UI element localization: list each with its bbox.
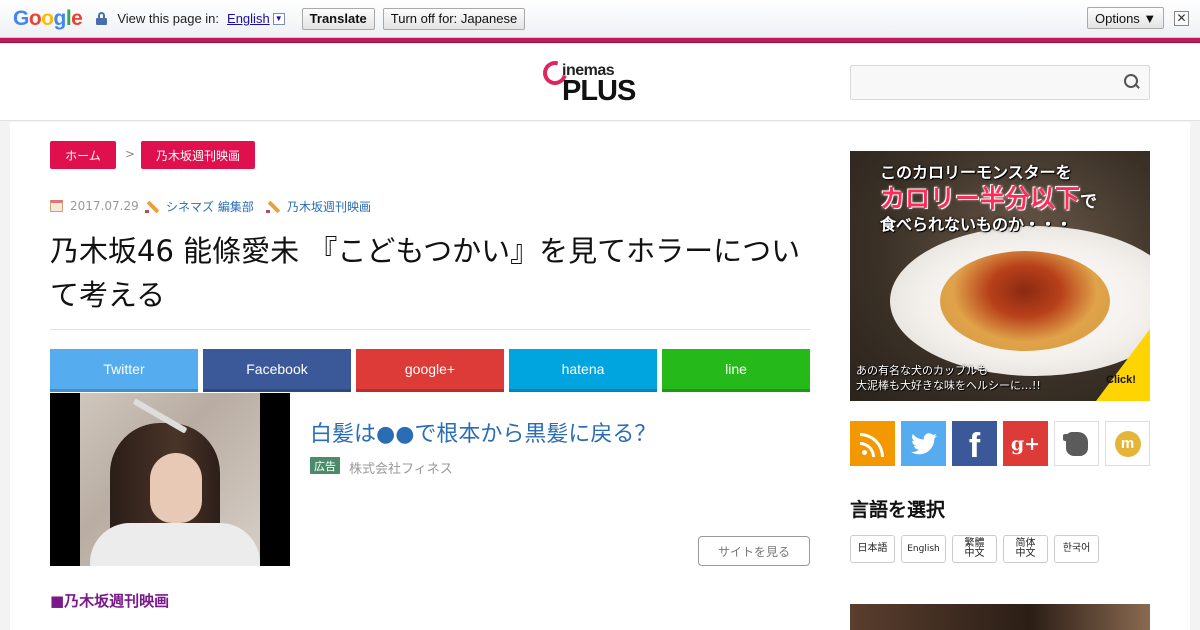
rss-button[interactable]	[850, 421, 895, 466]
banner-click-text[interactable]: Click!	[1106, 374, 1136, 386]
post-date-text: 2017.07.29	[70, 199, 139, 213]
ad-image[interactable]	[50, 393, 290, 566]
breadcrumb-home[interactable]: ホーム	[50, 141, 116, 169]
post-author-text[interactable]: シネマズ 編集部	[166, 198, 254, 215]
banner-line3: 食べられないものか・・・	[880, 215, 1073, 234]
lock-icon	[96, 12, 108, 25]
lang-simplified-chinese-button[interactable]: 简体中文	[1003, 535, 1048, 563]
site-logo[interactable]: inemas PLUS	[538, 56, 643, 109]
search-icon[interactable]	[1124, 74, 1140, 90]
sidebar-banner-ad[interactable]: このカロリーモンスターを カロリー半分以下で 食べられないものか・・・ あの有名…	[850, 151, 1150, 401]
article-title: 乃木坂46 能條愛未 『こどもつかい』を見てホラーについて考える	[50, 234, 801, 312]
post-tag[interactable]: 乃木坂週刊映画	[266, 198, 371, 214]
share-facebook-button[interactable]: Facebook	[203, 349, 351, 392]
breadcrumb-category[interactable]: 乃木坂週刊映画	[141, 141, 255, 169]
translate-bar: Google View this page in: English ▼ Tran…	[0, 0, 1200, 38]
search-input[interactable]	[850, 65, 1150, 100]
twitter-icon	[910, 432, 937, 454]
share-twitter-button[interactable]: Twitter	[50, 349, 198, 392]
share-hatena-button[interactable]: hatena	[509, 349, 657, 392]
language-dropdown-icon[interactable]: ▼	[272, 12, 285, 25]
breadcrumb-separator: >	[125, 147, 136, 161]
accent-stripe	[0, 38, 1200, 43]
share-line-button[interactable]: line	[662, 349, 810, 392]
ad-view-site-button[interactable]: サイトを見る	[698, 536, 810, 566]
banner-line2: カロリー半分以下で	[880, 184, 1098, 213]
mixi-icon: m	[1114, 430, 1141, 457]
post-tag-text[interactable]: 乃木坂週刊映画	[287, 198, 371, 215]
twitter-follow-button[interactable]	[901, 421, 946, 466]
share-googleplus-button[interactable]: google+	[356, 349, 504, 392]
view-page-text: View this page in:	[117, 11, 220, 26]
sidebar-image[interactable]	[850, 604, 1150, 630]
turn-off-button[interactable]: Turn off for: Japanese	[382, 7, 526, 30]
title-divider	[50, 329, 810, 330]
site-header: inemas PLUS	[0, 44, 1200, 121]
close-icon[interactable]: ✕	[1174, 11, 1189, 26]
lang-traditional-chinese-button[interactable]: 繁體中文	[952, 535, 997, 563]
section-heading: ■乃木坂週刊映画	[50, 592, 170, 610]
language-select-heading: 言語を選択	[850, 499, 946, 521]
ad-sponsor: 株式会社フィネス	[349, 462, 453, 477]
pencil-icon	[266, 199, 280, 213]
facebook-icon: f	[968, 427, 981, 465]
banner-caption: あの有名な犬のカップルも 大泥棒も大好きな味をヘルシーに…!!	[856, 364, 1041, 392]
lang-english-button[interactable]: English	[901, 535, 946, 563]
lang-japanese-button[interactable]: 日本語	[850, 535, 895, 563]
ad-badge: 広告	[310, 457, 340, 474]
lang-korean-button[interactable]: 한국어	[1054, 535, 1099, 563]
mixi-button[interactable]: m	[1105, 421, 1150, 466]
logo-bottom-text: PLUS	[562, 75, 636, 107]
translate-button[interactable]: Translate	[301, 7, 375, 30]
language-link[interactable]: English	[227, 11, 270, 26]
post-author[interactable]: シネマズ 編集部	[145, 198, 254, 214]
evernote-icon	[1062, 431, 1088, 456]
rss-icon	[859, 432, 884, 457]
options-button[interactable]: Options ▼	[1087, 7, 1165, 29]
pencil-icon	[145, 199, 159, 213]
calendar-icon	[50, 200, 63, 212]
googleplus-icon: g+	[1010, 432, 1041, 455]
evernote-button[interactable]	[1054, 421, 1099, 466]
googleplus-follow-button[interactable]: g+	[1003, 421, 1048, 466]
google-logo: Google	[13, 6, 83, 30]
facebook-follow-button[interactable]: f	[952, 421, 997, 466]
ad-title[interactable]: 白髪は●●で根本から黒髪に戻る？	[310, 416, 656, 448]
post-date: 2017.07.29	[50, 198, 139, 214]
